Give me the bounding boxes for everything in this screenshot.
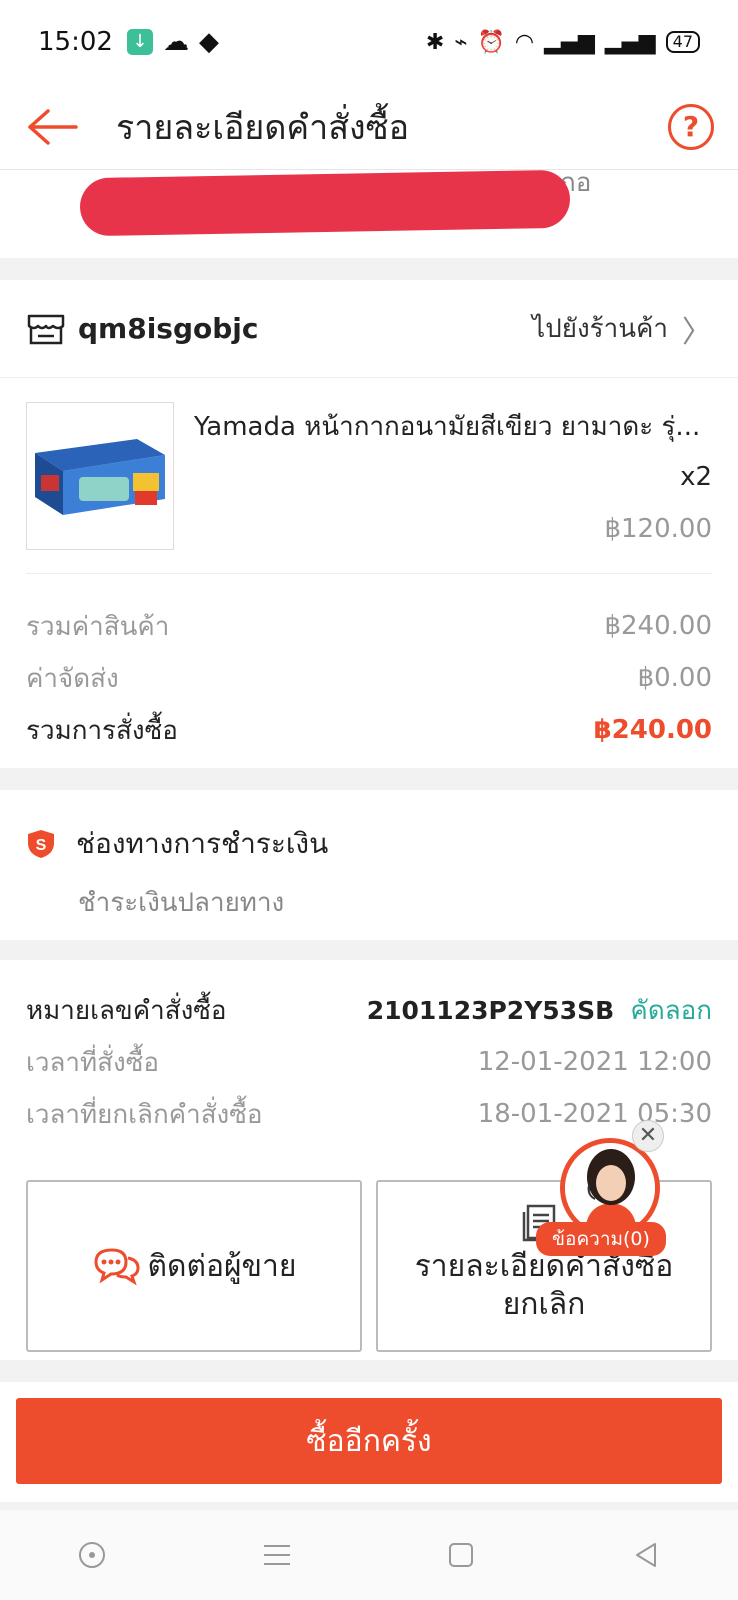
cancel-time-row: เวลาที่ยกเลิกคำสั่งซื้อ 18-01-2021 05:30 <box>26 1088 712 1140</box>
svg-text:S: S <box>36 837 47 854</box>
product-price: ฿120.00 <box>604 514 712 544</box>
cancel-details-line-2: ยกเลิก <box>502 1287 586 1322</box>
home-icon[interactable] <box>444 1538 478 1572</box>
order-number-value: 2101123P2Y53SB <box>366 995 615 1025</box>
alarm-icon: ⏰ <box>477 29 505 55</box>
contact-seller-button[interactable]: ติดต่อผู้ขาย <box>26 1180 362 1352</box>
order-totals: รวมค่าสินค้า ฿240.00 ค่าจัดส่ง ฿0.00 รวม… <box>0 574 738 756</box>
subtotal-value: ฿240.00 <box>604 611 712 641</box>
signal-icon: ▂▄▆ <box>544 29 595 55</box>
grand-total-value: ฿240.00 <box>593 715 712 745</box>
shield-icon: S <box>28 830 54 858</box>
menu-icon[interactable] <box>260 1538 294 1572</box>
chevron-right-icon: 〉 <box>682 314 712 350</box>
shop-header[interactable]: qm8isgobjc ไปยังร้านค้า 〉 <box>0 280 738 378</box>
buy-again-bar: ซื้ออีกครั้ง <box>0 1382 738 1502</box>
system-nav-bar <box>0 1510 738 1600</box>
battery-icon: 47 <box>665 31 700 53</box>
order-time-row: เวลาที่สั่งซื้อ 12-01-2021 12:00 <box>26 1036 712 1088</box>
shop-name: qm8isgobjc <box>78 312 259 345</box>
shipping-label: ค่าจัดส่ง <box>26 663 119 694</box>
shipping-value: ฿0.00 <box>637 663 712 693</box>
help-icon[interactable]: ? <box>668 103 714 150</box>
grand-total-label: รวมการสั่งซื้อ <box>26 715 178 746</box>
status-time: 15:02 <box>38 27 113 57</box>
order-number-row: หมายเลขคำสั่งซื้อ 2101123P2Y53SB คัดลอก <box>26 984 712 1036</box>
app-bar: รายละเอียดคำสั่งซื้อ ? <box>0 84 738 170</box>
cancel-time-value: 18-01-2021 05:30 <box>477 1099 712 1129</box>
chat-message-count[interactable]: ข้อความ(0) <box>536 1222 666 1256</box>
page-title: รายละเอียดคำสั่งซื้อ <box>116 107 410 148</box>
store-icon <box>27 314 65 344</box>
assistant-icon[interactable] <box>75 1538 109 1572</box>
copy-button[interactable]: คัดลอก <box>630 996 712 1026</box>
layers-icon: ◆ <box>198 27 219 57</box>
grand-total-row: รวมการสั่งซื้อ ฿240.00 <box>26 704 712 756</box>
cloud-icon: ☁ <box>162 27 189 57</box>
download-icon: ↓ <box>126 29 153 55</box>
status-bar: 15:02 ↓ ☁ ◆ ✱ ⌁ ⏰ ◠ ▂▄▆ ▂▄▆ 47 <box>0 0 738 84</box>
vibrate-icon: ⌁ <box>454 29 468 55</box>
bluetooth-icon: ✱ <box>425 29 445 55</box>
chat-widget[interactable]: ✕ ข้อความ(0) <box>536 1120 688 1266</box>
subtotal-row: รวมค่าสินค้า ฿240.00 <box>26 600 712 652</box>
product-thumbnail <box>26 402 174 550</box>
shop-section: qm8isgobjc ไปยังร้านค้า 〉 Yamada หน้ากาก… <box>0 280 738 768</box>
product-quantity: x2 <box>680 462 712 492</box>
cancel-time-label: เวลาที่ยกเลิกคำสั่งซื้อ <box>26 1099 263 1130</box>
payment-title: ช่องทางการชำระเงิน <box>76 827 329 860</box>
order-number-label: หมายเลขคำสั่งซื้อ <box>26 995 227 1026</box>
subtotal-label: รวมค่าสินค้า <box>26 611 170 642</box>
redaction-mark <box>79 169 571 237</box>
wifi-icon: ◠ <box>514 29 535 55</box>
signal-icon: ▂▄▆ <box>604 29 656 55</box>
chat-icon <box>93 1248 140 1286</box>
goto-shop-link[interactable]: ไปยังร้านค้า <box>532 308 668 349</box>
close-icon[interactable]: ✕ <box>632 1120 664 1152</box>
payment-header: S ช่องทางการชำระเงิน <box>26 822 328 866</box>
product-name: Yamada หน้ากากอนามัยสีเขียว ยามาดะ รุ่..… <box>194 412 701 442</box>
order-time-label: เวลาที่สั่งซื้อ <box>26 1047 159 1078</box>
payment-section: S ช่องทางการชำระเงิน ชำระเงินปลายทาง <box>0 790 738 940</box>
back-arrow-icon[interactable] <box>26 107 78 147</box>
back-icon[interactable] <box>629 1538 663 1572</box>
buy-again-button[interactable]: ซื้ออีกครั้ง <box>16 1398 722 1484</box>
order-time-value: 12-01-2021 12:00 <box>477 1047 712 1077</box>
shipping-address: กอ 30 <box>0 168 738 258</box>
contact-seller-label: ติดต่อผู้ขาย <box>147 1248 297 1284</box>
shipping-row: ค่าจัดส่ง ฿0.00 <box>26 652 712 704</box>
payment-method: ชำระเงินปลายทาง <box>78 888 285 918</box>
product-item[interactable]: Yamada หน้ากากอนามัยสีเขียว ยามาดะ รุ่..… <box>26 378 712 574</box>
